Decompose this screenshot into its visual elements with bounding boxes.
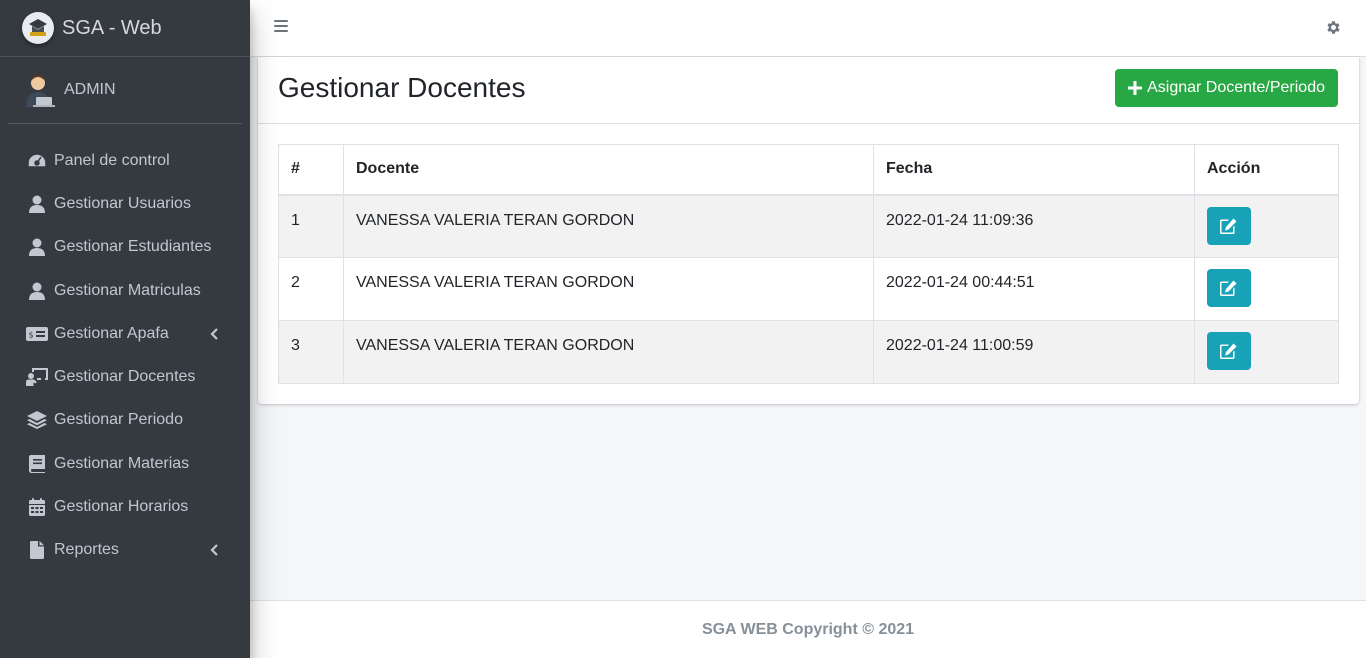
plus-icon (1128, 81, 1143, 95)
sidebar-item-gestionar-docentes[interactable]: Gestionar Docentes (8, 355, 242, 398)
cell-fecha: 2022-01-24 00:44:51 (873, 257, 1195, 321)
column-header-num[interactable]: # (278, 144, 344, 196)
chevron-left-icon (210, 544, 220, 557)
docentes-table: # Docente Fecha Acción 1 VANESSA VALERIA… (278, 144, 1339, 384)
column-header-accion[interactable]: Acción (1194, 144, 1339, 196)
sidebar-item-gestionar-apafa[interactable]: $ Gestionar Apafa (8, 312, 242, 355)
cell-fecha: 2022-01-24 11:00:59 (873, 320, 1195, 384)
sidebar-item-label: Gestionar Docentes (54, 368, 196, 386)
cell-fecha: 2022-01-24 11:09:36 (873, 194, 1195, 258)
edit-button[interactable] (1207, 206, 1251, 245)
sidebar-item-gestionar-matriculas[interactable]: Gestionar Matriculas (8, 269, 242, 312)
docentes-card: Gestionar Docentes Asignar Docente/Perio… (258, 57, 1359, 404)
cell-docente: VANESSA VALERIA TERAN GORDON (343, 320, 874, 384)
cell-accion (1194, 257, 1339, 321)
sidebar-item-gestionar-periodo[interactable]: Gestionar Periodo (8, 399, 242, 442)
brand-link[interactable]: SGA - Web (0, 0, 250, 57)
cell-num: 1 (278, 194, 344, 258)
assign-docente-periodo-button[interactable]: Asignar Docente/Periodo (1115, 69, 1338, 107)
sidebar-item-gestionar-estudiantes[interactable]: Gestionar Estudiantes (8, 226, 242, 269)
footer-copyright: SGA WEB Copyright © 2021 (701, 620, 915, 638)
chevron-left-icon (210, 328, 220, 340)
page-title: Gestionar Docentes (278, 72, 526, 103)
sidebar-item-label: Gestionar Usuarios (54, 194, 191, 212)
sidebar-item-label: Gestionar Matriculas (54, 281, 201, 299)
table-header-row: # Docente Fecha Acción (278, 144, 1339, 196)
card-header: Gestionar Docentes Asignar Docente/Perio… (258, 57, 1359, 124)
edit-button[interactable] (1207, 269, 1251, 307)
calendar-icon (26, 497, 48, 517)
brand-title: SGA - Web (62, 16, 162, 39)
sidebar-item-label: Gestionar Horarios (54, 498, 189, 516)
cell-accion (1194, 320, 1339, 384)
sidebar-item-gestionar-usuarios[interactable]: Gestionar Usuarios (8, 182, 242, 225)
chalkboard-teacher-icon (26, 367, 48, 387)
school-logo-icon (22, 12, 54, 44)
user-icon (26, 194, 48, 214)
menu-toggle-icon[interactable] (274, 20, 288, 34)
top-navbar (250, 0, 1366, 57)
edit-icon (1220, 218, 1237, 234)
user-icon (26, 237, 48, 257)
money-bill-icon: $ (26, 324, 48, 344)
column-header-docente[interactable]: Docente (343, 144, 874, 196)
sidebar: SGA - Web ADMIN Panel de control Gestion (0, 0, 250, 658)
cell-num: 2 (278, 257, 344, 321)
user-name: ADMIN (64, 81, 116, 98)
table-row: 1 VANESSA VALERIA TERAN GORDON 2022-01-2… (278, 194, 1339, 258)
sidebar-item-gestionar-horarios[interactable]: Gestionar Horarios (8, 485, 242, 528)
edit-icon (1220, 280, 1237, 296)
user-icon (26, 281, 48, 301)
sidebar-item-panel-de-control[interactable]: Panel de control (8, 139, 242, 182)
edit-icon (1220, 343, 1237, 359)
svg-text:$: $ (29, 330, 34, 339)
table-row: 3 VANESSA VALERIA TERAN GORDON 2022-01-2… (278, 320, 1339, 384)
cell-accion (1194, 194, 1339, 258)
column-header-fecha[interactable]: Fecha (873, 144, 1195, 196)
cell-docente: VANESSA VALERIA TERAN GORDON (343, 257, 874, 321)
sidebar-item-label: Reportes (54, 541, 119, 559)
table-row: 2 VANESSA VALERIA TERAN GORDON 2022-01-2… (278, 257, 1339, 321)
book-icon (26, 454, 48, 474)
avatar (22, 73, 56, 107)
sidebar-nav: Panel de control Gestionar Usuarios Gest… (0, 139, 250, 572)
sidebar-item-label: Gestionar Estudiantes (54, 238, 212, 256)
file-icon (26, 540, 48, 560)
user-panel[interactable]: ADMIN (8, 57, 242, 124)
footer: SGA WEB Copyright © 2021 (250, 600, 1366, 658)
edit-button[interactable] (1207, 332, 1251, 370)
sidebar-item-label: Gestionar Materias (54, 454, 190, 472)
sidebar-item-label: Panel de control (54, 151, 170, 169)
sidebar-item-reportes[interactable]: Reportes (8, 529, 242, 572)
assign-button-label: Asignar Docente/Periodo (1147, 79, 1325, 96)
gear-icon[interactable] (1325, 19, 1342, 36)
sidebar-item-label: Gestionar Periodo (54, 411, 183, 429)
cell-docente: VANESSA VALERIA TERAN GORDON (343, 194, 874, 258)
cell-num: 3 (278, 320, 344, 384)
sidebar-item-gestionar-materias[interactable]: Gestionar Materias (8, 442, 242, 485)
layers-icon (26, 410, 48, 430)
dashboard-icon (26, 151, 48, 171)
sidebar-item-label: Gestionar Apafa (54, 324, 169, 342)
